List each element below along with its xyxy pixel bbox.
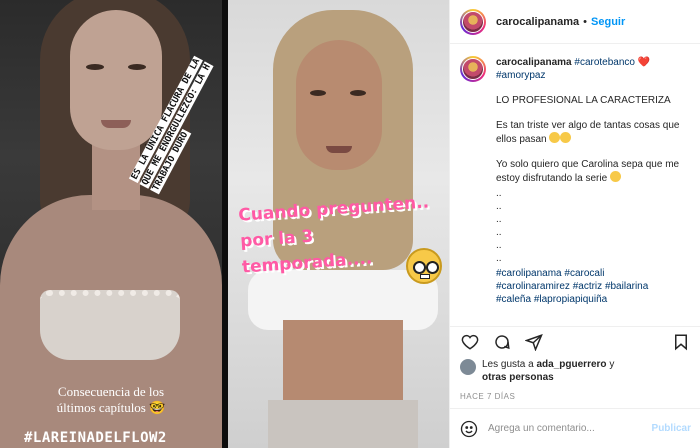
caption-text: Yo solo quiero que Carolina sepa que me … <box>496 159 680 184</box>
caption-dot-line: .. <box>496 253 502 264</box>
caption-username[interactable]: carocalipanama <box>496 57 572 68</box>
illustration-mouth <box>326 146 352 153</box>
post-date[interactable]: HACE 7 DÍAS <box>460 392 515 401</box>
post-media[interactable]: Consecuencia de los últimos capítulos 🤓 … <box>0 0 449 448</box>
heart-icon[interactable] <box>460 332 480 352</box>
caption-line: Es tan triste ver algo de tantas cosas q… <box>496 119 691 146</box>
header-username[interactable]: carocalipanama <box>496 16 579 28</box>
smile-emoji-icon <box>560 132 572 143</box>
avatar[interactable] <box>460 56 486 82</box>
illustration-face <box>70 10 162 150</box>
hashtag-link[interactable]: #carotebanco <box>574 57 635 68</box>
caption-text: Es tan triste ver algo de tantas cosas q… <box>496 120 680 145</box>
illustration-eye <box>86 64 104 70</box>
likes-summary: Les gusta a ada_pguerrero y otras person… <box>460 358 691 384</box>
liker-username[interactable]: ada_pguerrero <box>537 359 607 370</box>
illustration-eye <box>128 64 146 70</box>
separator-dot: • <box>583 15 588 28</box>
nerd-teeth <box>420 274 430 279</box>
illustration-eye <box>350 90 366 96</box>
caption-row: carocalipanama #carotebanco ❤️ #amorypaz… <box>460 56 691 306</box>
caption-line: LO PROFESIONAL LA CARACTERIZA <box>496 95 671 106</box>
bookmark-icon[interactable] <box>671 332 691 352</box>
hashtag-link[interactable]: #carolipanama <box>496 268 562 279</box>
illustration-mouth <box>101 120 131 128</box>
likes-conjunction: y <box>609 359 615 370</box>
caption-dot-line: .. <box>496 227 502 238</box>
publish-button[interactable]: Publicar <box>652 423 691 434</box>
share-icon[interactable] <box>524 332 544 352</box>
caption-dots: .. .. .. .. .. .. <box>496 187 691 265</box>
story-caption: Consecuencia de los últimos capítulos 🤓 <box>30 384 192 416</box>
post-sidebar: carocalipanama • Seguir carocalipanama #… <box>449 0 700 448</box>
comment-input[interactable] <box>488 423 652 434</box>
hashtag-link[interactable]: #lapropiapiquiña <box>534 294 607 305</box>
likes-text: Les gusta a ada_pguerrero y otras person… <box>482 358 614 384</box>
avatar[interactable] <box>460 359 476 375</box>
illustration-top <box>40 290 180 360</box>
story-caption-line: últimos capítulos 🤓 <box>56 400 166 415</box>
illustration-eye <box>310 90 326 96</box>
action-bar <box>450 326 700 356</box>
hashtag-link[interactable]: #caleña <box>496 294 531 305</box>
story-caption-line: Consecuencia de los <box>57 384 165 399</box>
post-header: carocalipanama • Seguir <box>450 0 700 44</box>
hashtag-link[interactable]: #carocali <box>564 268 604 279</box>
likes-prefix: Les gusta a <box>482 359 534 370</box>
smile-emoji-icon <box>549 132 561 143</box>
heart-emoji: ❤️ <box>637 57 651 68</box>
comment-icon[interactable] <box>492 332 512 352</box>
nerd-face-icon <box>406 248 442 284</box>
hashtag-link[interactable]: #actriz <box>573 281 602 292</box>
hashtag-link[interactable]: #carolinaramirez <box>496 281 570 292</box>
smile-icon[interactable] <box>460 420 478 438</box>
post-card: Consecuencia de los últimos capítulos 🤓 … <box>0 0 700 448</box>
avatar[interactable] <box>460 8 486 35</box>
caption-line: Yo solo quiero que Carolina sepa que me … <box>496 158 691 185</box>
caption-dot-line: .. <box>496 214 502 225</box>
smile-emoji-icon <box>609 171 621 182</box>
caption-hashtags: #carolipanama #carocali #carolinaramirez… <box>496 267 691 306</box>
story-hashtag: #LAREINADELFLOW2 <box>24 430 167 446</box>
caption-dot-line: .. <box>496 201 502 212</box>
caption-area[interactable]: carocalipanama #carotebanco ❤️ #amorypaz… <box>450 44 700 324</box>
hashtag-link[interactable]: #bailarina <box>605 281 648 292</box>
caption-dot-line: .. <box>496 188 502 199</box>
follow-button[interactable]: Seguir <box>591 16 625 28</box>
avatar-image <box>462 10 484 33</box>
avatar-image <box>462 58 484 80</box>
illustration-pants <box>268 400 418 448</box>
likes-others-link[interactable]: otras personas <box>482 372 554 383</box>
caption-body: carocalipanama #carotebanco ❤️ #amorypaz… <box>496 56 691 306</box>
story-pink-text: Cuando pregunten.. por la 3 temporada...… <box>238 189 434 280</box>
caption-dot-line: .. <box>496 240 502 251</box>
add-comment-bar: Publicar <box>450 408 700 448</box>
hashtag-link[interactable]: #amorypaz <box>496 70 545 81</box>
